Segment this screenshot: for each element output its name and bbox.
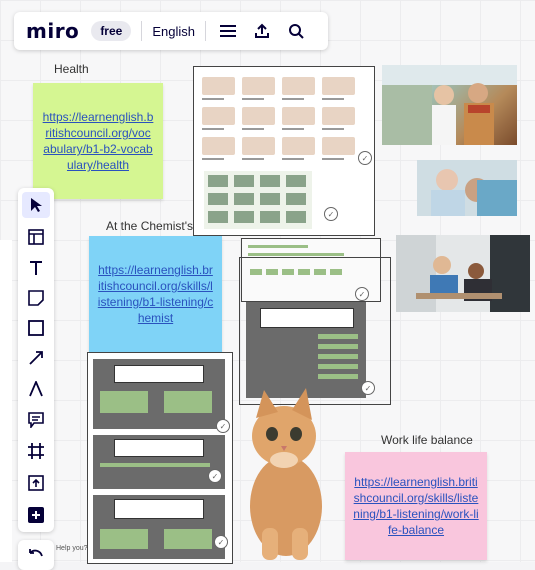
sticky-note-icon[interactable] [22,285,50,311]
pharmacy-photo[interactable] [382,65,517,145]
chemist-link[interactable]: https://learnenglish.britishcouncil.org/… [98,262,214,326]
template-icon[interactable] [22,224,50,250]
checkmark-icon: ✓ [358,151,372,165]
kitten-illustration [250,388,322,560]
divider [141,21,143,41]
plan-badge[interactable]: free [91,21,132,41]
checkmark-icon: ✓ [208,469,222,483]
search-icon[interactable] [286,21,306,41]
chemist-label[interactable]: At the Chemist's [106,219,193,233]
health-label[interactable]: Health [54,62,89,76]
connector-icon[interactable] [22,345,50,371]
kitten-photo[interactable] [234,388,334,562]
worklife-sticky-note[interactable]: https://learnenglish.britishcouncil.org/… [345,452,487,560]
shape-icon[interactable] [22,315,50,341]
divider [204,21,206,41]
side-panel-edge [0,240,12,562]
miro-logo[interactable]: miro [26,19,79,43]
worklife-label[interactable]: Work life balance [381,433,473,447]
top-toolbar: miro free English [14,12,328,50]
chemist-quiz-frame[interactable]: ✓ [239,257,391,405]
frame-icon[interactable] [22,438,50,464]
exercise-panel [204,171,312,229]
consultation-illustration [396,235,530,312]
checkmark-icon: ✓ [214,535,228,549]
undo-button[interactable] [18,540,54,570]
text-icon[interactable] [22,255,50,281]
add-icon[interactable] [22,502,50,528]
checkmark-icon: ✓ [324,207,338,221]
comment-icon[interactable] [22,407,50,433]
left-toolbar [18,188,54,532]
upload-icon[interactable] [22,470,50,496]
vocabulary-screenshot-frame[interactable]: ✓ ✓ [193,66,375,236]
health-link[interactable]: https://learnenglish.britishcouncil.org/… [42,109,154,173]
help-text[interactable]: Help you? [56,545,88,552]
pen-icon[interactable] [22,376,50,402]
dentist-illustration [417,160,517,216]
chemist-sticky-note[interactable]: https://learnenglish.britishcouncil.org/… [89,236,222,352]
board-name[interactable]: English [152,24,195,39]
upload-icon[interactable] [252,21,272,41]
pharmacy-illustration [382,65,517,145]
dentist-photo[interactable] [417,160,517,216]
undo-icon [29,549,43,557]
picture-grid [200,75,364,167]
doctor-consultation-photo[interactable] [396,235,530,312]
health-sticky-note[interactable]: https://learnenglish.britishcouncil.org/… [33,83,163,199]
quiz-popup [260,308,354,328]
select-icon[interactable] [22,192,50,218]
worklife-exercise-frame[interactable]: ✓ ✓ ✓ [87,352,233,564]
checkmark-icon: ✓ [216,419,230,433]
menu-icon[interactable] [218,21,238,41]
worklife-link[interactable]: https://learnenglish.britishcouncil.org/… [353,474,479,538]
checkmark-icon: ✓ [361,381,375,395]
